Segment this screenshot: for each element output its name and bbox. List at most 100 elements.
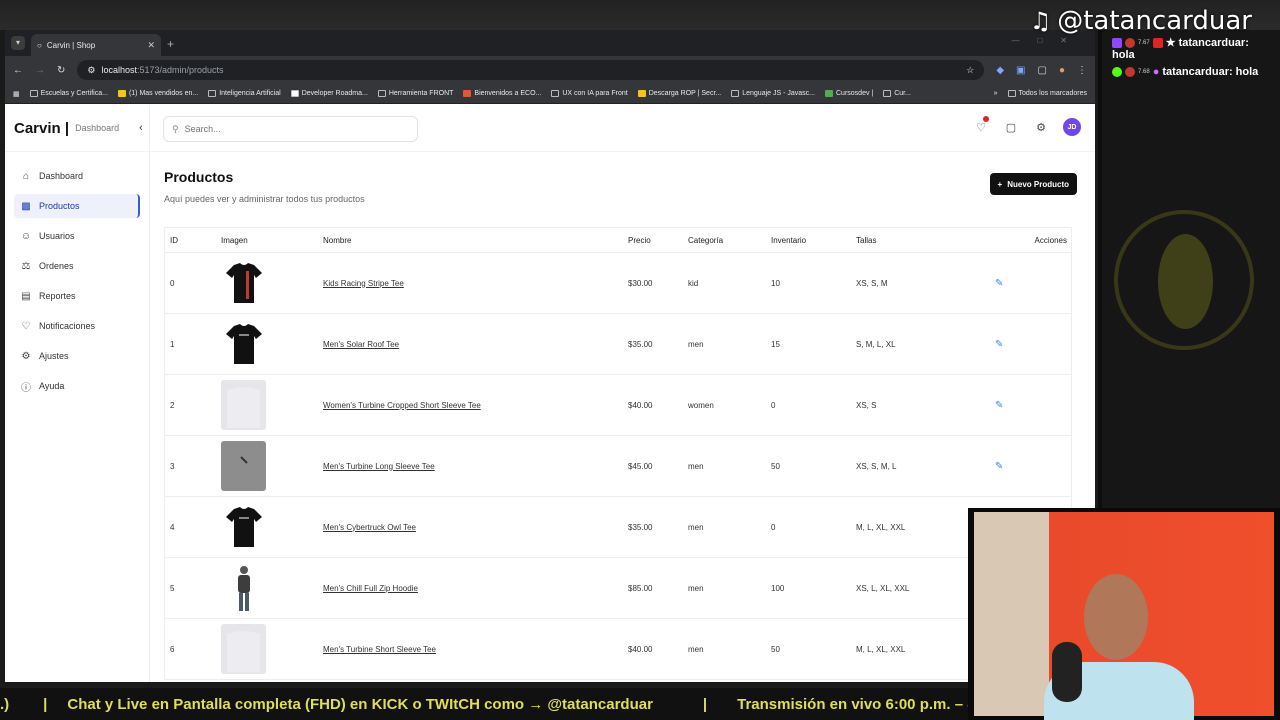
notifications-button[interactable]: ♡ <box>973 116 989 135</box>
product-image-cell <box>221 380 323 430</box>
new-tab-button[interactable]: + <box>167 37 174 51</box>
menu-icon[interactable]: ⋮ <box>1077 65 1087 76</box>
main-content: ⚲ ♡ ▢ ⚙ JD Productos Aquí puedes ver y a… <box>150 105 1095 682</box>
sidebar-item-ordenes[interactable]: ⚖ Ordenes <box>14 254 140 278</box>
bookmark[interactable]: Lenguaje JS - Javasc... <box>731 90 815 97</box>
settings-button[interactable]: ⚙ <box>1033 119 1049 135</box>
product-sizes: M, L, XL, XXL <box>856 522 906 532</box>
product-name-link[interactable]: Men's Turbine Long Sleeve Tee <box>323 462 435 471</box>
product-inventory: 15 <box>771 339 780 349</box>
product-name-link[interactable]: Men's Cybertruck Owl Tee <box>323 523 416 532</box>
plus-icon: + <box>997 179 1003 189</box>
chat-user: tatancarduar: <box>1178 36 1249 49</box>
admin-app: Carvin | Dashboard ‹ ⌂ Dashboard ▩ Product… <box>5 105 1095 682</box>
page-header: Productos Aquí puedes ver y administrar … <box>164 169 365 204</box>
product-id: 6 <box>170 644 175 654</box>
gear-icon: ⚙ <box>21 350 31 362</box>
bookmark[interactable]: Cur... <box>883 90 911 97</box>
extension-icon[interactable]: ▣ <box>1016 65 1025 76</box>
column-header: ID <box>170 235 178 245</box>
user-avatar[interactable]: JD <box>1063 118 1081 136</box>
ticker-text: Chat y Live en Pantalla completa (FHD) e… <box>67 695 653 713</box>
product-name-link[interactable]: Men's Turbine Short Sleeve Tee <box>323 645 436 654</box>
reload-icon[interactable]: ↻ <box>57 65 65 76</box>
product-name-link[interactable]: Women's Turbine Cropped Short Sleeve Tee <box>323 401 481 410</box>
product-inventory: 0 <box>771 400 776 410</box>
table-row: 2 Women's Turbine Cropped Short Sleeve Te… <box>165 375 1071 436</box>
page-title: Productos <box>164 169 234 185</box>
sidebar-item-usuarios[interactable]: ☺ Usuarios <box>14 224 140 248</box>
messages-button[interactable]: ▢ <box>1003 119 1019 135</box>
column-header: Nombre <box>323 235 352 245</box>
sidebar-item-reportes[interactable]: ▤ Reportes <box>14 284 140 308</box>
bookmark[interactable]: Herramienta FRONT <box>377 90 453 97</box>
sidebar-nav: ⌂ Dashboard ▩ Productos ☺ Usuarios ⚖ Ordenes… <box>5 152 149 398</box>
close-icon[interactable]: ✕ <box>147 40 155 51</box>
edit-pencil-icon[interactable]: ✎ <box>995 278 1003 289</box>
bookmark[interactable]: Escuelas y Certifica... <box>29 90 108 97</box>
sidebar-item-notificaciones[interactable]: ♡ Notificaciones <box>14 314 140 338</box>
star-icon[interactable]: ☆ <box>966 65 974 76</box>
product-image-cell <box>221 563 323 613</box>
bookmark[interactable]: UX con IA para Front <box>551 90 628 97</box>
product-inventory: 50 <box>771 644 780 654</box>
sidebar-item-dashboard[interactable]: ⌂ Dashboard <box>14 164 140 188</box>
search-input[interactable] <box>184 124 385 134</box>
product-sizes: M, L, XL, XXL <box>856 644 906 654</box>
profile-icon[interactable]: ● <box>1059 65 1065 76</box>
product-image <box>221 258 266 308</box>
top-bar: ⚲ ♡ ▢ ⚙ JD <box>150 105 1095 152</box>
product-image-cell <box>221 624 323 674</box>
chat-message: 7.68 ● tatancarduar: hola <box>1112 66 1258 78</box>
bookmark[interactable]: Descarga ROP | Secr... <box>637 90 721 97</box>
edit-pencil-icon[interactable]: ✎ <box>995 339 1003 350</box>
bookmark[interactable]: Bienvenidos a ECO... <box>463 90 541 97</box>
window-controls[interactable]: —□✕ <box>1011 36 1085 45</box>
forward-icon[interactable]: → <box>35 65 45 76</box>
product-category: women <box>688 400 714 410</box>
apps-icon[interactable]: ▦ <box>13 90 20 98</box>
product-image-cell <box>221 258 323 308</box>
product-name-link[interactable]: Kids Racing Stripe Tee <box>323 279 404 288</box>
url-field[interactable]: ⚙ localhost:5173/admin/products ☆ <box>77 60 985 80</box>
product-id: 3 <box>170 461 175 471</box>
sidebar: Carvin | Dashboard ‹ ⌂ Dashboard ▩ Product… <box>5 105 150 682</box>
bookmark[interactable]: (1) Mas vendidos en... <box>117 90 198 97</box>
product-actions: ✎ <box>966 339 1071 350</box>
products-table: ID Imagen Nombre Precio Categoría Invent… <box>164 227 1072 680</box>
product-image <box>221 624 266 674</box>
back-icon[interactable]: ← <box>13 65 23 76</box>
bell-icon: ♡ <box>976 121 986 134</box>
edit-pencil-icon[interactable]: ✎ <box>995 461 1003 472</box>
new-product-button[interactable]: + Nuevo Producto <box>989 173 1077 195</box>
collapse-sidebar-icon[interactable]: ‹ <box>139 122 143 134</box>
product-inventory: 0 <box>771 522 776 532</box>
product-price: $40.00 <box>628 400 653 410</box>
tab-search-button[interactable]: ▾ <box>11 36 25 50</box>
product-name-link[interactable]: Men's Solar Roof Tee <box>323 340 399 349</box>
sidebar-item-ajustes[interactable]: ⚙ Ajustes <box>14 344 140 368</box>
product-actions: ✎ <box>966 278 1071 289</box>
globe-icon: ○ <box>37 40 42 50</box>
kick-icon <box>1112 67 1122 77</box>
product-category: men <box>688 583 704 593</box>
puzzle-icon[interactable]: ▢ <box>1038 65 1047 76</box>
tiktok-handle: ♫ @tatancarduar <box>1030 6 1252 36</box>
edit-pencil-icon[interactable]: ✎ <box>995 400 1003 411</box>
tab-active[interactable]: ○ Carvin | Shop ✕ <box>31 34 161 56</box>
search-box[interactable]: ⚲ <box>163 116 418 142</box>
all-bookmarks[interactable]: Todos los marcadores <box>1007 90 1087 97</box>
bookmark[interactable]: Cursosdev | <box>825 90 873 97</box>
bookmark[interactable]: Developer Roadma... <box>290 90 368 97</box>
bookmark-overflow[interactable]: » <box>994 90 998 97</box>
microphone <box>1052 642 1082 702</box>
product-category: men <box>688 522 704 532</box>
product-category: men <box>688 644 704 654</box>
extension-icon[interactable]: ◆ <box>996 65 1004 76</box>
sidebar-item-ayuda[interactable]: ⓘ Ayuda <box>14 374 140 398</box>
bookmark[interactable]: Inteligencia Artificial <box>208 90 281 97</box>
site-info-icon[interactable]: ⚙ <box>87 65 95 76</box>
product-name-link[interactable]: Men's Chill Full Zip Hoodie <box>323 584 418 593</box>
sidebar-item-productos[interactable]: ▩ Productos <box>14 194 140 218</box>
product-id: 0 <box>170 278 175 288</box>
